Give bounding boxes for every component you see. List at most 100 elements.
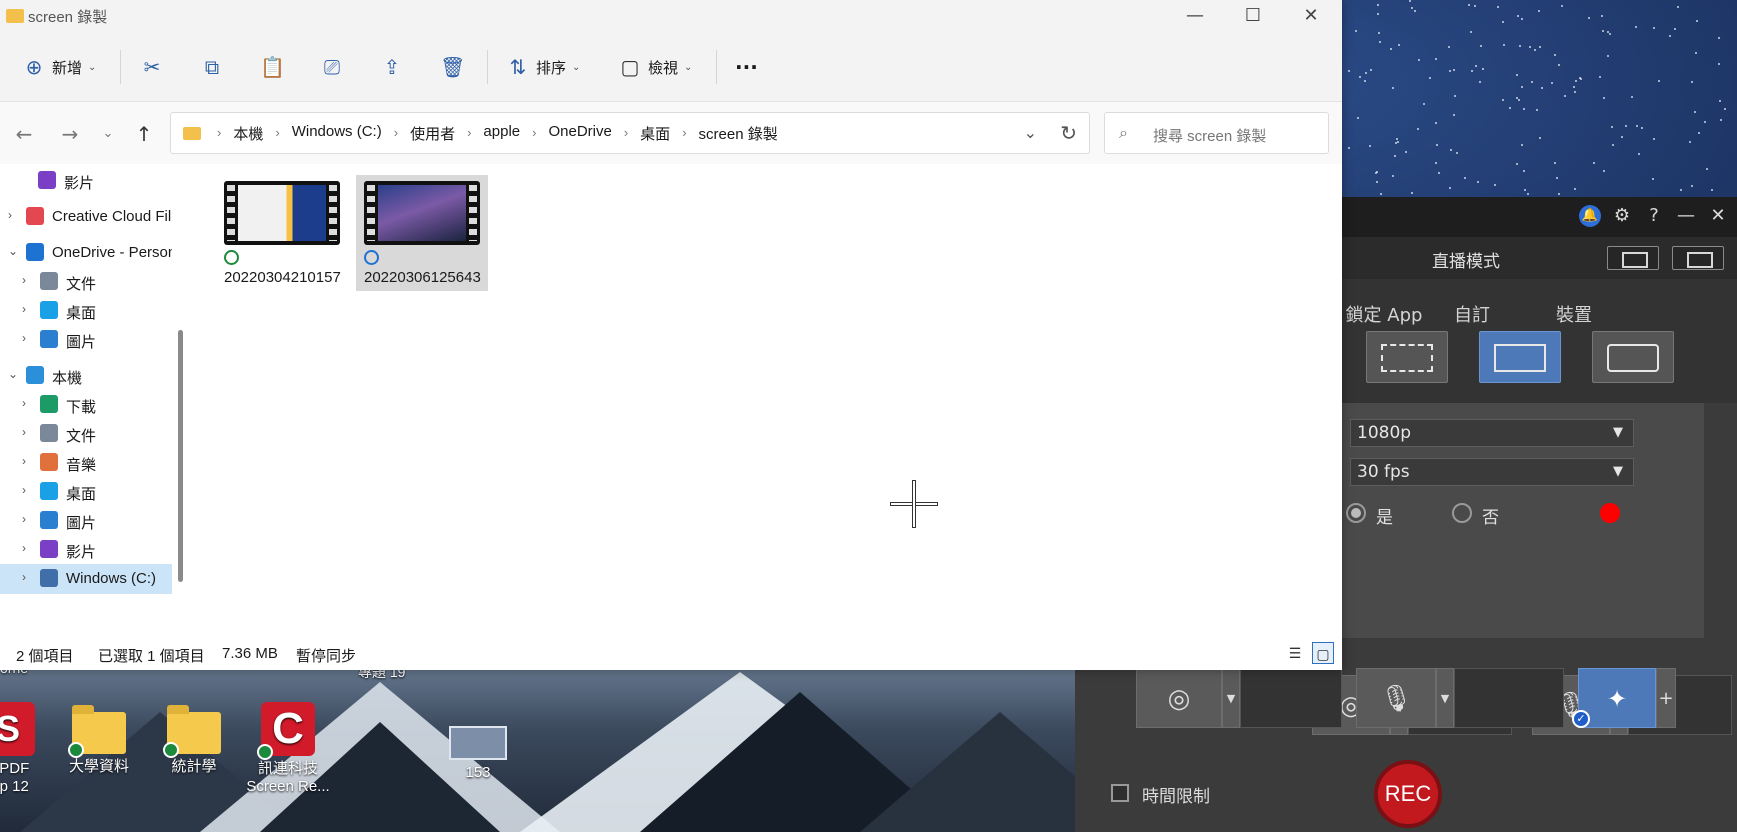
plus-circle-icon: ⊕	[25, 55, 43, 79]
radio-yes[interactable]	[1346, 503, 1366, 523]
tab-lock-app[interactable]	[1366, 331, 1448, 383]
delete-button[interactable]: 🗑	[440, 54, 465, 80]
rename-button[interactable]: ⎚	[320, 54, 344, 80]
new-label: 新增	[52, 58, 83, 77]
webcam-dropdown[interactable]: ▼	[1222, 668, 1240, 728]
file-item-selected[interactable]: 20220306125643	[356, 175, 488, 291]
breadcrumb-item[interactable]: apple	[477, 123, 526, 144]
star	[1620, 136, 1623, 139]
chevron-right-icon[interactable]: ›	[22, 454, 26, 468]
fps-select[interactable]: 30 fps ▼	[1350, 458, 1634, 486]
star	[1434, 161, 1437, 164]
sidebar-item[interactable]: › 文件	[0, 419, 172, 449]
sidebar-item[interactable]: ⌄ 本機	[0, 361, 172, 391]
address-bar[interactable]: › 本機 › Windows (C:) › 使用者 › apple › OneD…	[170, 112, 1090, 154]
sidebar-item[interactable]: › 圖片	[0, 506, 172, 536]
sidebar-item[interactable]: › 影片	[0, 535, 172, 565]
details-view-icon[interactable]: ☰	[1284, 642, 1306, 664]
window-mode-button[interactable]	[1672, 246, 1724, 270]
search-box[interactable]: ⌕ 搜尋 screen 錄製	[1104, 112, 1329, 154]
radio-no[interactable]	[1452, 503, 1472, 523]
sidebar-item[interactable]: ⌄ OneDrive - Personal	[0, 238, 172, 268]
sidebar-item[interactable]: › 桌面	[0, 296, 172, 326]
breadcrumb-item[interactable]: screen 錄製	[693, 123, 784, 144]
chevron-down-icon[interactable]: ⌄	[8, 367, 18, 381]
chevron-right-icon[interactable]: ›	[22, 570, 26, 584]
notification-bell-icon[interactable]: 🔔	[1579, 205, 1601, 227]
pdf-app-icon: S	[0, 702, 35, 756]
desktop-icon-folder[interactable]: 大學資料	[51, 705, 147, 776]
breadcrumb-item[interactable]: 使用者	[404, 123, 461, 144]
chevron-right-icon[interactable]: ›	[8, 208, 12, 222]
microphone-dropdown[interactable]: ▼	[1436, 668, 1454, 728]
star	[1676, 5, 1679, 8]
chevron-right-icon[interactable]: ›	[22, 273, 26, 287]
chevron-down-icon[interactable]: ⌄	[1024, 123, 1037, 142]
star	[1365, 71, 1368, 74]
minimize-icon[interactable]: —	[1675, 205, 1697, 227]
breadcrumb-item[interactable]: Windows (C:)	[286, 123, 388, 144]
breadcrumb-item[interactable]: 本機	[227, 123, 269, 144]
resolution-select[interactable]: 1080p ▼	[1350, 419, 1634, 447]
star	[1393, 154, 1396, 157]
back-arrow-icon[interactable]: ←	[12, 122, 36, 146]
help-icon[interactable]: ?	[1643, 205, 1665, 227]
sidebar-item[interactable]: › Creative Cloud Files	[0, 202, 172, 232]
chevron-right-icon[interactable]: ›	[22, 425, 26, 439]
breadcrumb-item[interactable]: OneDrive	[542, 123, 617, 144]
minimize-button[interactable]: —	[1166, 2, 1224, 30]
desktop-icon-app[interactable]: C 訊連科技 Screen Re...	[240, 702, 336, 796]
sidebar-item[interactable]: › 音樂	[0, 448, 172, 478]
sidebar-item[interactable]: › 下載	[0, 390, 172, 420]
chevron-right-icon[interactable]: ›	[22, 541, 26, 555]
cut-button[interactable]: ✂	[140, 54, 164, 80]
share-button[interactable]: ⇪	[380, 54, 404, 80]
fullscreen-mode-button[interactable]	[1607, 246, 1659, 270]
paste-button[interactable]: 📋	[260, 54, 285, 80]
up-arrow-icon[interactable]: ↑	[132, 122, 156, 146]
recent-locations-chevron-icon[interactable]: ⌄	[96, 126, 120, 141]
close-button[interactable]: ✕	[1282, 2, 1340, 30]
star	[1698, 132, 1701, 135]
sidebar-item[interactable]: › 桌面	[0, 477, 172, 507]
star	[1411, 192, 1414, 195]
close-icon[interactable]: ✕	[1707, 205, 1729, 227]
refresh-icon[interactable]: ↻	[1060, 121, 1077, 145]
large-icons-view-icon[interactable]: ▢	[1312, 642, 1334, 664]
star	[1501, 99, 1504, 102]
chevron-right-icon[interactable]: ›	[22, 331, 26, 345]
file-item[interactable]: 20220304210157	[216, 175, 348, 291]
add-effect-button[interactable]: +	[1656, 668, 1676, 728]
breadcrumb-item[interactable]: 桌面	[634, 123, 676, 144]
gear-icon[interactable]: ⚙	[1611, 205, 1633, 227]
sidebar-item[interactable]: › Windows (C:)	[0, 564, 172, 594]
chevron-down-icon[interactable]: ⌄	[8, 244, 18, 258]
tab-custom[interactable]	[1479, 331, 1561, 383]
maximize-button[interactable]: ☐	[1224, 2, 1282, 30]
star	[1601, 30, 1604, 33]
copy-button[interactable]: ⧉	[200, 54, 224, 80]
sidebar-item[interactable]: 影片	[0, 166, 172, 196]
time-limit-checkbox[interactable]	[1111, 784, 1129, 802]
forward-arrow-icon[interactable]: →	[58, 122, 82, 146]
chevron-right-icon[interactable]: ›	[22, 483, 26, 497]
webcam-button-left[interactable]: ◎	[1136, 668, 1222, 728]
microphone-button[interactable]: 🎙	[1356, 668, 1436, 728]
desktop-icon-folder[interactable]: 統計學	[146, 705, 242, 776]
chevron-right-icon[interactable]: ›	[22, 302, 26, 316]
new-button[interactable]: ⊕ 新增 ⌄	[22, 54, 97, 80]
desktop-icon-ppt[interactable]: 153	[430, 726, 526, 782]
sidebar-item[interactable]: › 文件	[0, 267, 172, 297]
more-options-button[interactable]: ···	[735, 54, 758, 80]
view-button[interactable]: ▢ 檢視 ⌄	[618, 54, 693, 80]
rec-button[interactable]: REC	[1374, 760, 1442, 828]
chevron-right-icon[interactable]: ›	[22, 396, 26, 410]
tab-device[interactable]	[1592, 331, 1674, 383]
sidebar-item[interactable]: › 圖片	[0, 325, 172, 355]
navigation-pane-scrollbar[interactable]	[178, 330, 183, 582]
star	[1703, 120, 1706, 123]
chevron-right-icon[interactable]: ›	[22, 512, 26, 526]
star	[1379, 193, 1382, 196]
desktop-icon-pdf[interactable]: S a PDF top 12	[0, 702, 56, 796]
sort-button[interactable]: ⇅ 排序 ⌄	[506, 54, 581, 80]
